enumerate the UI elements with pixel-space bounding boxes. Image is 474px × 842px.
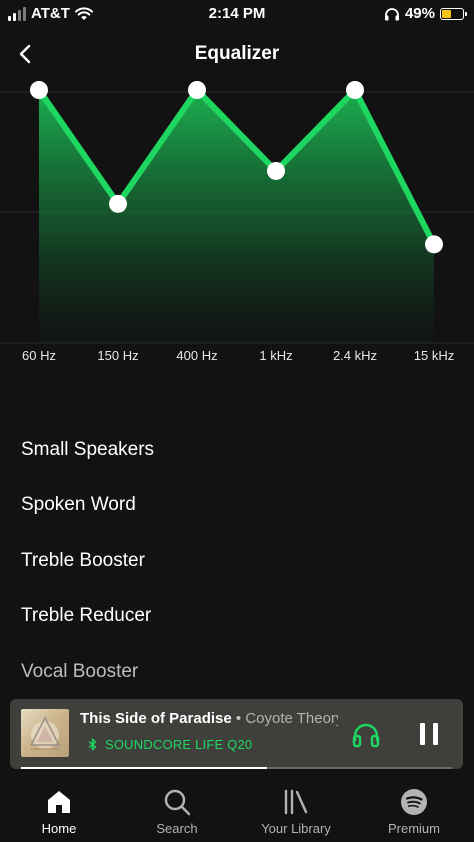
eq-band-handle[interactable] — [346, 81, 364, 99]
tab-premium[interactable]: Premium — [355, 778, 473, 842]
bluetooth-icon — [88, 738, 97, 751]
tab-premium-label: Premium — [387, 821, 440, 836]
playback-progress — [21, 767, 452, 769]
eq-band-label: 400 Hz — [176, 348, 217, 363]
pause-button[interactable] — [414, 719, 444, 749]
spotify-icon — [401, 789, 427, 815]
equalizer-band-labels: 60 Hz 150 Hz 400 Hz 1 kHz 2.4 kHz 15 kHz — [22, 348, 454, 363]
tab-your-library[interactable]: Your Library — [237, 778, 355, 842]
album-art-graphic — [29, 716, 61, 750]
library-icon — [284, 789, 308, 815]
track-info[interactable]: This Side of Paradise • Coyote Theory — [80, 710, 338, 727]
eq-band-handle[interactable] — [188, 81, 206, 99]
mini-player[interactable]: This Side of Paradise • Coyote Theory SO… — [10, 699, 463, 769]
device-name: SOUNDCORE LIFE Q20 — [105, 737, 253, 752]
home-icon — [48, 791, 70, 813]
pause-icon — [420, 723, 438, 745]
preset-item[interactable]: Spoken Word — [0, 478, 474, 534]
eq-band-handle[interactable] — [109, 194, 127, 213]
preset-item[interactable]: Treble Booster — [0, 533, 474, 589]
preset-item[interactable]: Vocal Booster — [0, 644, 474, 700]
search-icon — [164, 789, 191, 816]
preset-list: Small Speakers Spoken Word Treble Booster T… — [0, 422, 474, 700]
eq-band-label: 150 Hz — [97, 348, 138, 363]
equalizer-chart: 60 Hz 150 Hz 400 Hz 1 kHz 2.4 kHz 15 kHz — [0, 81, 474, 363]
tab-search[interactable]: Search — [118, 778, 236, 842]
bottom-tab-bar: Home Search Your Library Premium — [0, 778, 474, 842]
tab-search-label: Search — [156, 821, 198, 836]
preset-item[interactable]: Treble Reducer — [0, 589, 474, 645]
album-art[interactable] — [21, 709, 69, 757]
eq-band-handle[interactable] — [267, 161, 285, 180]
tab-your-library-label: Your Library — [261, 821, 331, 836]
devices-button[interactable] — [350, 719, 382, 751]
eq-band-label: 15 kHz — [414, 348, 454, 363]
tab-home[interactable]: Home — [0, 778, 118, 842]
eq-band-handle[interactable] — [30, 81, 48, 99]
track-artist: Coyote Theory — [245, 710, 338, 727]
connected-device[interactable]: SOUNDCORE LIFE Q20 — [88, 737, 252, 752]
eq-band-label: 2.4 kHz — [333, 348, 377, 363]
playback-progress-fill — [21, 767, 267, 769]
tab-home-label: Home — [41, 821, 77, 836]
preset-item[interactable]: Small Speakers — [0, 422, 474, 478]
eq-band-label: 60 Hz — [22, 348, 56, 363]
headphones-icon — [352, 723, 380, 748]
eq-band-handle[interactable] — [425, 235, 443, 254]
track-title: This Side of Paradise — [80, 710, 232, 727]
eq-band-label: 1 kHz — [259, 348, 292, 363]
track-separator: • — [231, 710, 246, 727]
